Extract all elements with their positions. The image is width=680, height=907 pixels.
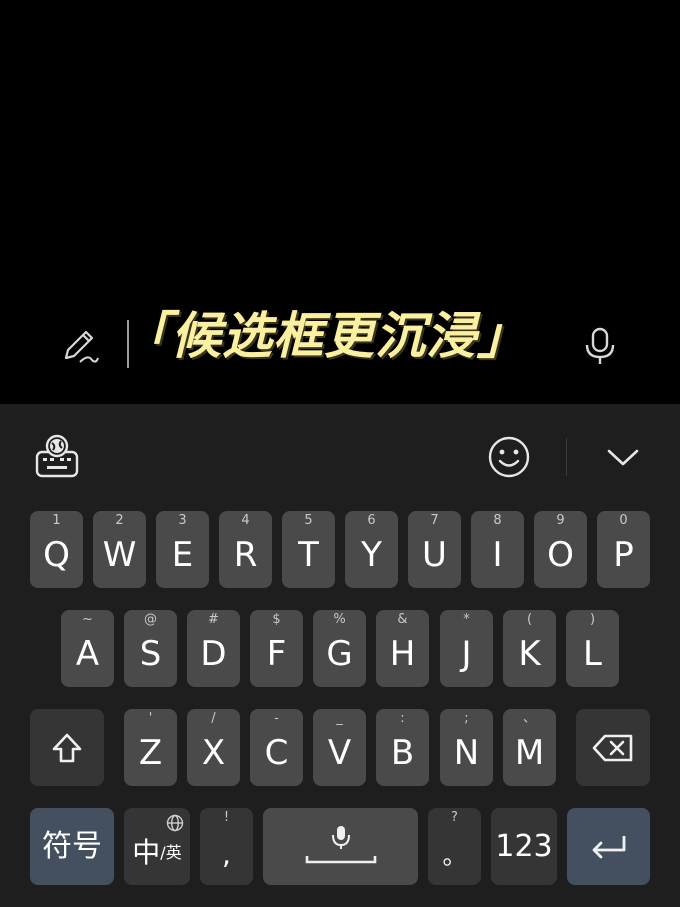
- key-g[interactable]: % G: [313, 610, 366, 687]
- key-e[interactable]: 3E: [156, 511, 209, 588]
- caption-overlay: 「候选框更沉浸」: [120, 307, 528, 365]
- key-x[interactable]: / X: [187, 709, 240, 786]
- backspace-icon: [592, 734, 633, 761]
- period-key[interactable]: ? 。: [428, 808, 481, 885]
- shift-arrow-icon: [52, 733, 82, 762]
- globe-icon: [166, 814, 184, 832]
- key-z[interactable]: ' Z: [124, 709, 177, 786]
- toolbar-divider: [566, 438, 567, 476]
- key-l[interactable]: ) L: [566, 610, 619, 687]
- chevron-down-icon[interactable]: [604, 444, 642, 470]
- key-c[interactable]: -C: [250, 709, 303, 786]
- handwriting-pen-icon[interactable]: [58, 324, 100, 366]
- key-p[interactable]: 0P: [597, 511, 650, 588]
- key-i[interactable]: 8I: [471, 511, 524, 588]
- key-u[interactable]: 7U: [408, 511, 461, 588]
- key-y[interactable]: 6Y: [345, 511, 398, 588]
- shift-button[interactable]: [30, 709, 104, 786]
- key-s[interactable]: @ S: [124, 610, 177, 687]
- key-t[interactable]: 5T: [282, 511, 335, 588]
- language-switch-button[interactable]: 中/英: [124, 808, 190, 885]
- key-n[interactable]: ; N: [440, 709, 493, 786]
- space-bar[interactable]: [263, 808, 418, 885]
- key-b[interactable]: :B: [376, 709, 429, 786]
- comma-key[interactable]: ! ,: [200, 808, 253, 885]
- key-v[interactable]: _ V: [313, 709, 366, 786]
- space-mic-icon: [305, 825, 376, 863]
- key-k[interactable]: (K: [503, 610, 556, 687]
- key-w[interactable]: 2W: [93, 511, 146, 588]
- microphone-icon[interactable]: [582, 326, 618, 366]
- symbols-button[interactable]: 符号: [30, 808, 114, 885]
- keyboard-globe-icon[interactable]: [34, 434, 80, 480]
- key-j[interactable]: * J: [440, 610, 493, 687]
- key-a[interactable]: ~ A: [61, 610, 114, 687]
- enter-return-icon: [592, 835, 625, 858]
- key-d[interactable]: # D: [187, 610, 240, 687]
- key-r[interactable]: 4R: [219, 511, 272, 588]
- key-m[interactable]: 、 M: [503, 709, 556, 786]
- smiley-icon[interactable]: [487, 435, 531, 479]
- key-q[interactable]: 1Q: [30, 511, 83, 588]
- enter-button[interactable]: [567, 808, 650, 885]
- key-o[interactable]: 9O: [534, 511, 587, 588]
- numbers-button[interactable]: 123: [491, 808, 557, 885]
- backspace-button[interactable]: [576, 709, 650, 786]
- key-h[interactable]: & H: [376, 610, 429, 687]
- key-f[interactable]: $ F: [250, 610, 303, 687]
